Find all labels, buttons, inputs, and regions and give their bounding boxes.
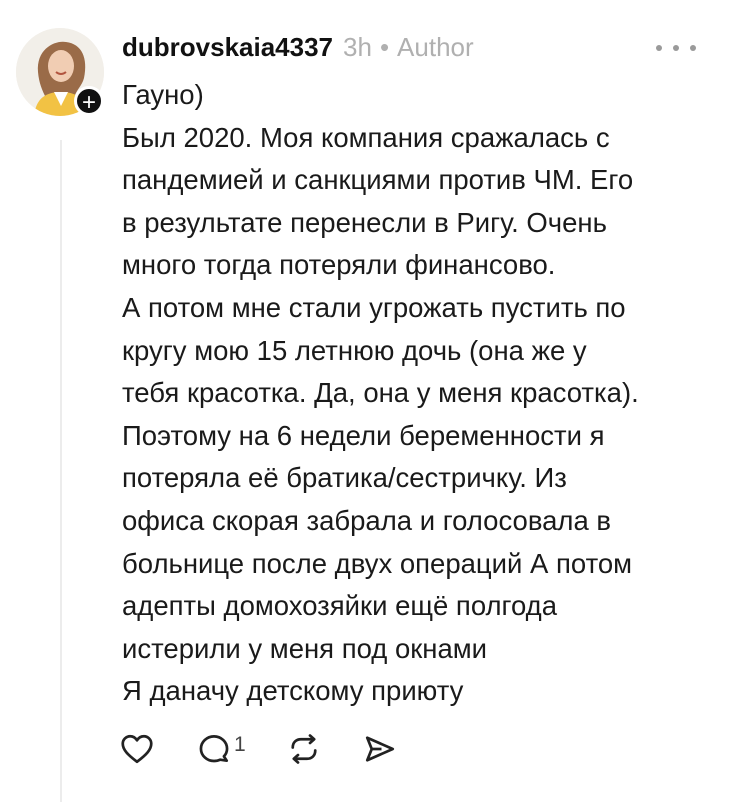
- separator-dot: •: [379, 31, 390, 62]
- follow-button[interactable]: +: [74, 86, 104, 116]
- post-line: А потом мне стали угрожать пустить по: [122, 291, 626, 323]
- post-line: тебя красотка. Да, она у меня красотка).: [122, 377, 639, 409]
- post-meta: 3h • Author: [343, 32, 474, 63]
- post-line: больнице после двух операций А потом: [122, 547, 633, 579]
- post-line: пандемией и санкциями против ЧМ. Его: [122, 164, 634, 196]
- reply-count: 1: [234, 733, 246, 756]
- post-line: Гауно): [122, 79, 204, 110]
- post-body: Гауно) Был 2020. Моя компания сражалась …: [122, 74, 718, 713]
- author-label: Author: [397, 31, 474, 62]
- heart-icon: [118, 731, 156, 767]
- reply-button[interactable]: 1: [196, 731, 246, 767]
- post-line: потеряла её братика/сестричку. Из: [122, 462, 567, 494]
- post-line: офиса скорая забрала и голосовала в: [122, 504, 611, 536]
- post-line: много тогда потеряли финансово.: [122, 249, 556, 281]
- repost-button[interactable]: [286, 731, 322, 767]
- post-line: истерили у меня под окнами: [122, 632, 488, 664]
- share-icon: [362, 731, 398, 767]
- like-button[interactable]: [118, 731, 156, 767]
- timestamp: 3h: [343, 31, 372, 62]
- more-icon[interactable]: [656, 36, 696, 60]
- repost-icon: [286, 731, 322, 767]
- post-line: Я даначу детскому приюту: [122, 675, 464, 707]
- more-dot: [690, 45, 696, 51]
- post-line: адепты домохозяйки ещё полгода: [122, 590, 558, 622]
- share-button[interactable]: [362, 731, 398, 767]
- post-line: Был 2020. Моя компания сражалась с: [122, 121, 610, 153]
- thread-line: [60, 140, 62, 802]
- more-dot: [673, 45, 679, 51]
- post-line: Поэтому на 6 недели беременности я: [122, 419, 605, 451]
- username[interactable]: dubrovskaia4337: [122, 32, 333, 63]
- post-line: кругу мою 15 летнюю дочь (она же у: [122, 334, 587, 366]
- action-bar: 1: [118, 727, 438, 771]
- more-dot: [656, 45, 662, 51]
- post-header: dubrovskaia4337 3h • Author: [122, 30, 692, 64]
- plus-icon: +: [81, 89, 96, 116]
- comment-icon: [196, 731, 232, 767]
- post-line: в результате перенесли в Ригу. Очень: [122, 206, 607, 238]
